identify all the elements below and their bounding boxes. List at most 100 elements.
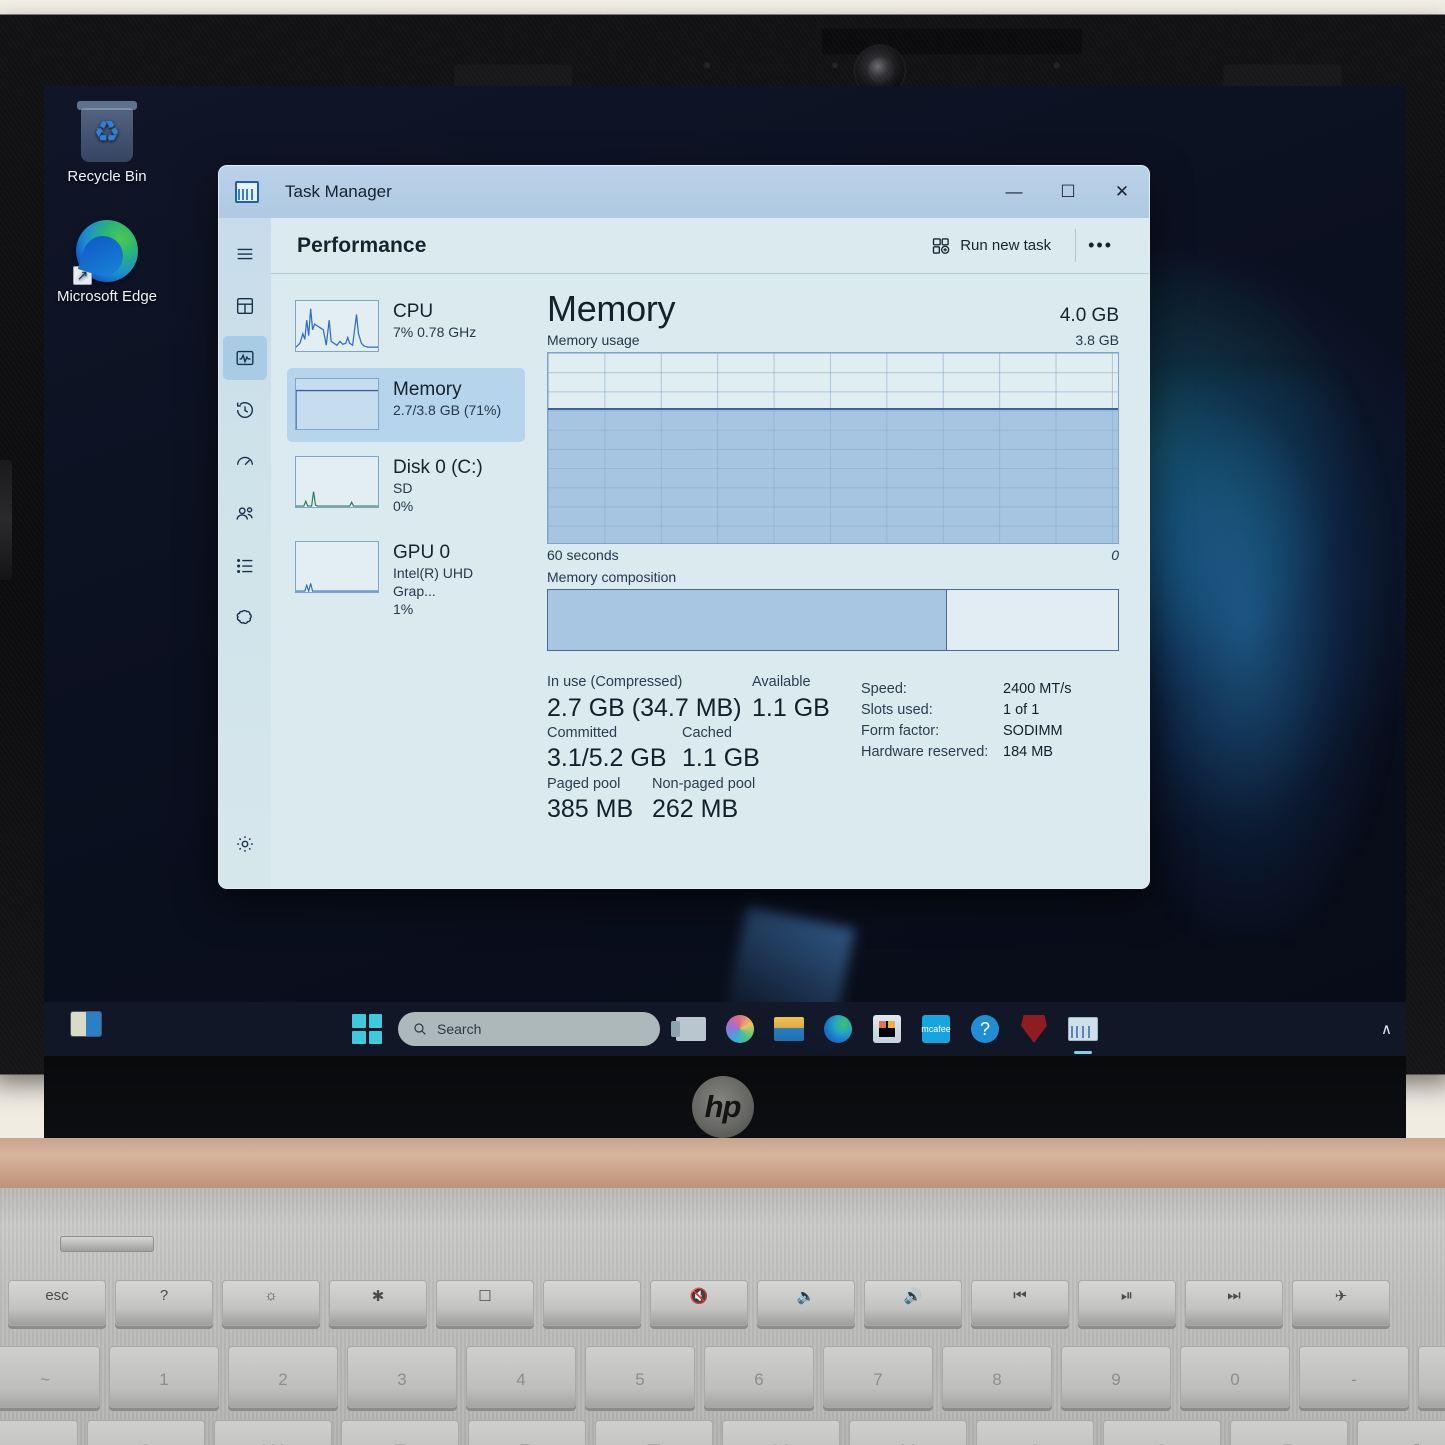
sidebar-item-users[interactable] bbox=[223, 492, 267, 536]
key-f4[interactable]: ☐ bbox=[436, 1280, 534, 1326]
sidebar-item-settings[interactable] bbox=[223, 822, 267, 866]
resource-item-gpu[interactable]: GPU 0 Intel(R) UHD Grap... 1% bbox=[287, 531, 525, 630]
window-title-bar[interactable]: Task Manager — ☐ ✕ bbox=[219, 166, 1149, 218]
more-options-button[interactable]: ••• bbox=[1075, 229, 1125, 262]
details-list-icon bbox=[237, 558, 253, 574]
resource-item-cpu[interactable]: CPU 7% 0.78 GHz bbox=[287, 290, 525, 364]
key-9[interactable]: 9 bbox=[1061, 1346, 1171, 1408]
taskbar-item-blue-app[interactable]: mcafee bbox=[918, 1011, 954, 1047]
key-0[interactable]: 0 bbox=[1180, 1346, 1290, 1408]
key-bracket[interactable]: [ bbox=[1357, 1420, 1445, 1445]
key-f6[interactable]: 🔇 bbox=[650, 1280, 748, 1326]
desktop-icon-label: Microsoft Edge bbox=[56, 288, 158, 305]
key-2[interactable]: 2 bbox=[228, 1346, 338, 1408]
stat-key: Cached bbox=[682, 724, 732, 741]
resource-item-memory[interactable]: Memory 2.7/3.8 GB (71%) bbox=[287, 368, 525, 442]
window-controls: — ☐ ✕ bbox=[987, 166, 1149, 218]
close-button[interactable]: ✕ bbox=[1095, 166, 1149, 218]
key-f10[interactable]: ⏯ bbox=[1078, 1280, 1176, 1326]
taskbar-item-red-app[interactable] bbox=[1016, 1011, 1052, 1047]
key-i[interactable]: I bbox=[976, 1420, 1094, 1445]
resource-detail: Intel(R) UHD Grap... bbox=[393, 565, 474, 600]
sidebar-item-services[interactable] bbox=[223, 596, 267, 640]
key-minus[interactable]: - bbox=[1299, 1346, 1409, 1408]
spec-value: 184 MB bbox=[1003, 744, 1053, 761]
key-3[interactable]: 3 bbox=[347, 1346, 457, 1408]
key-w[interactable]: W bbox=[214, 1420, 332, 1445]
key-f5[interactable] bbox=[543, 1280, 641, 1326]
taskbar-widgets-button[interactable] bbox=[70, 1011, 102, 1037]
key-y[interactable]: Y bbox=[722, 1420, 840, 1445]
resource-value: 1% bbox=[393, 601, 414, 618]
stat-available: Available 1.1 GB bbox=[752, 673, 847, 724]
stat-value: 1.1 GB bbox=[682, 744, 760, 773]
composition-in-use-segment bbox=[548, 590, 947, 650]
system-tray: ∧ bbox=[1381, 1020, 1392, 1038]
key-esc[interactable]: esc bbox=[8, 1280, 106, 1326]
key-q[interactable]: Q bbox=[87, 1420, 205, 1445]
stat-value: 3.1/5.2 GB bbox=[547, 744, 667, 773]
performance-pulse-icon bbox=[236, 350, 254, 366]
taskbar-item-microsoft-store[interactable] bbox=[869, 1011, 905, 1047]
resource-name: Memory bbox=[393, 379, 462, 400]
key-f3[interactable]: ✱ bbox=[329, 1280, 427, 1326]
startup-apps-gauge-icon bbox=[236, 456, 254, 466]
key-tilde[interactable]: ~ bbox=[0, 1346, 100, 1408]
sidebar-item-details[interactable] bbox=[223, 544, 267, 588]
task-manager-window[interactable]: Task Manager — ☐ ✕ Performance Run new t… bbox=[218, 165, 1150, 889]
desktop-icon-recycle-bin[interactable]: ♻ Recycle Bin bbox=[52, 101, 162, 187]
key-r[interactable]: R bbox=[468, 1420, 586, 1445]
taskbar-item-get-help[interactable]: ? bbox=[967, 1011, 1003, 1047]
sidebar-item-processes[interactable] bbox=[223, 284, 267, 328]
key-f9[interactable]: ⏮ bbox=[971, 1280, 1069, 1326]
chevron-up-icon[interactable]: ∧ bbox=[1381, 1020, 1392, 1038]
sidebar-item-performance[interactable] bbox=[223, 336, 267, 380]
resource-name: CPU bbox=[393, 301, 434, 322]
resource-item-disk[interactable]: Disk 0 (C:) SD 0% bbox=[287, 446, 525, 527]
key-f8[interactable]: 🔊 bbox=[864, 1280, 962, 1326]
key-f12[interactable]: ✈ bbox=[1292, 1280, 1390, 1326]
taskbar-search-input[interactable]: Search bbox=[398, 1012, 660, 1046]
taskbar-item-copilot[interactable] bbox=[722, 1011, 758, 1047]
app-history-clock-icon bbox=[236, 402, 253, 419]
stats-row-3: Paged pool 385 MB Non-paged pool 262 MB bbox=[547, 775, 847, 826]
sidebar-item-app-history[interactable] bbox=[223, 388, 267, 432]
key-p[interactable]: P bbox=[1230, 1420, 1348, 1445]
key-f2[interactable]: ☼ bbox=[222, 1280, 320, 1326]
window-body: Performance Run new task ••• CPU 7% 0.78… bbox=[219, 218, 1149, 888]
key-8[interactable]: 8 bbox=[942, 1346, 1052, 1408]
taskbar-item-file-explorer[interactable] bbox=[771, 1011, 807, 1047]
taskbar-item-task-manager[interactable] bbox=[1065, 1011, 1101, 1054]
key-4[interactable]: 4 bbox=[466, 1346, 576, 1408]
stat-value: 262 MB bbox=[652, 795, 739, 824]
search-placeholder: Search bbox=[437, 1021, 482, 1037]
recycle-symbol: ♻ bbox=[93, 116, 121, 149]
run-new-task-button[interactable]: Run new task bbox=[919, 229, 1063, 263]
lid-notch bbox=[821, 28, 1082, 55]
spec-slots-used: Slots used: 1 of 1 bbox=[861, 700, 1072, 721]
key-f11[interactable]: ⏭ bbox=[1185, 1280, 1283, 1326]
maximize-button[interactable]: ☐ bbox=[1041, 166, 1095, 218]
key-f1[interactable]: ? bbox=[115, 1280, 213, 1326]
key-equals[interactable]: + bbox=[1418, 1346, 1445, 1408]
key-7[interactable]: 7 bbox=[823, 1346, 933, 1408]
key-e[interactable]: E bbox=[341, 1420, 459, 1445]
taskbar-item-microsoft-edge[interactable] bbox=[820, 1011, 856, 1047]
sidebar-item-startup-apps[interactable] bbox=[223, 440, 267, 484]
taskbar-item-task-view[interactable] bbox=[671, 1011, 709, 1047]
stat-key: Paged pool bbox=[547, 775, 621, 792]
microphone-icon bbox=[704, 62, 711, 69]
memory-composition-bar[interactable] bbox=[547, 589, 1119, 651]
key-f7[interactable]: 🔈 bbox=[757, 1280, 855, 1326]
start-button[interactable] bbox=[349, 1011, 385, 1047]
key-tab[interactable] bbox=[0, 1420, 78, 1445]
key-5[interactable]: 5 bbox=[585, 1346, 695, 1408]
sidebar-item-menu[interactable] bbox=[223, 232, 267, 276]
key-u[interactable]: U bbox=[849, 1420, 967, 1445]
key-1[interactable]: 1 bbox=[109, 1346, 219, 1408]
desktop-icon-microsoft-edge[interactable]: ↗ Microsoft Edge bbox=[52, 220, 162, 307]
key-o[interactable]: O bbox=[1103, 1420, 1221, 1445]
key-t[interactable]: T bbox=[595, 1420, 713, 1445]
key-6[interactable]: 6 bbox=[704, 1346, 814, 1408]
minimize-button[interactable]: — bbox=[987, 166, 1041, 218]
